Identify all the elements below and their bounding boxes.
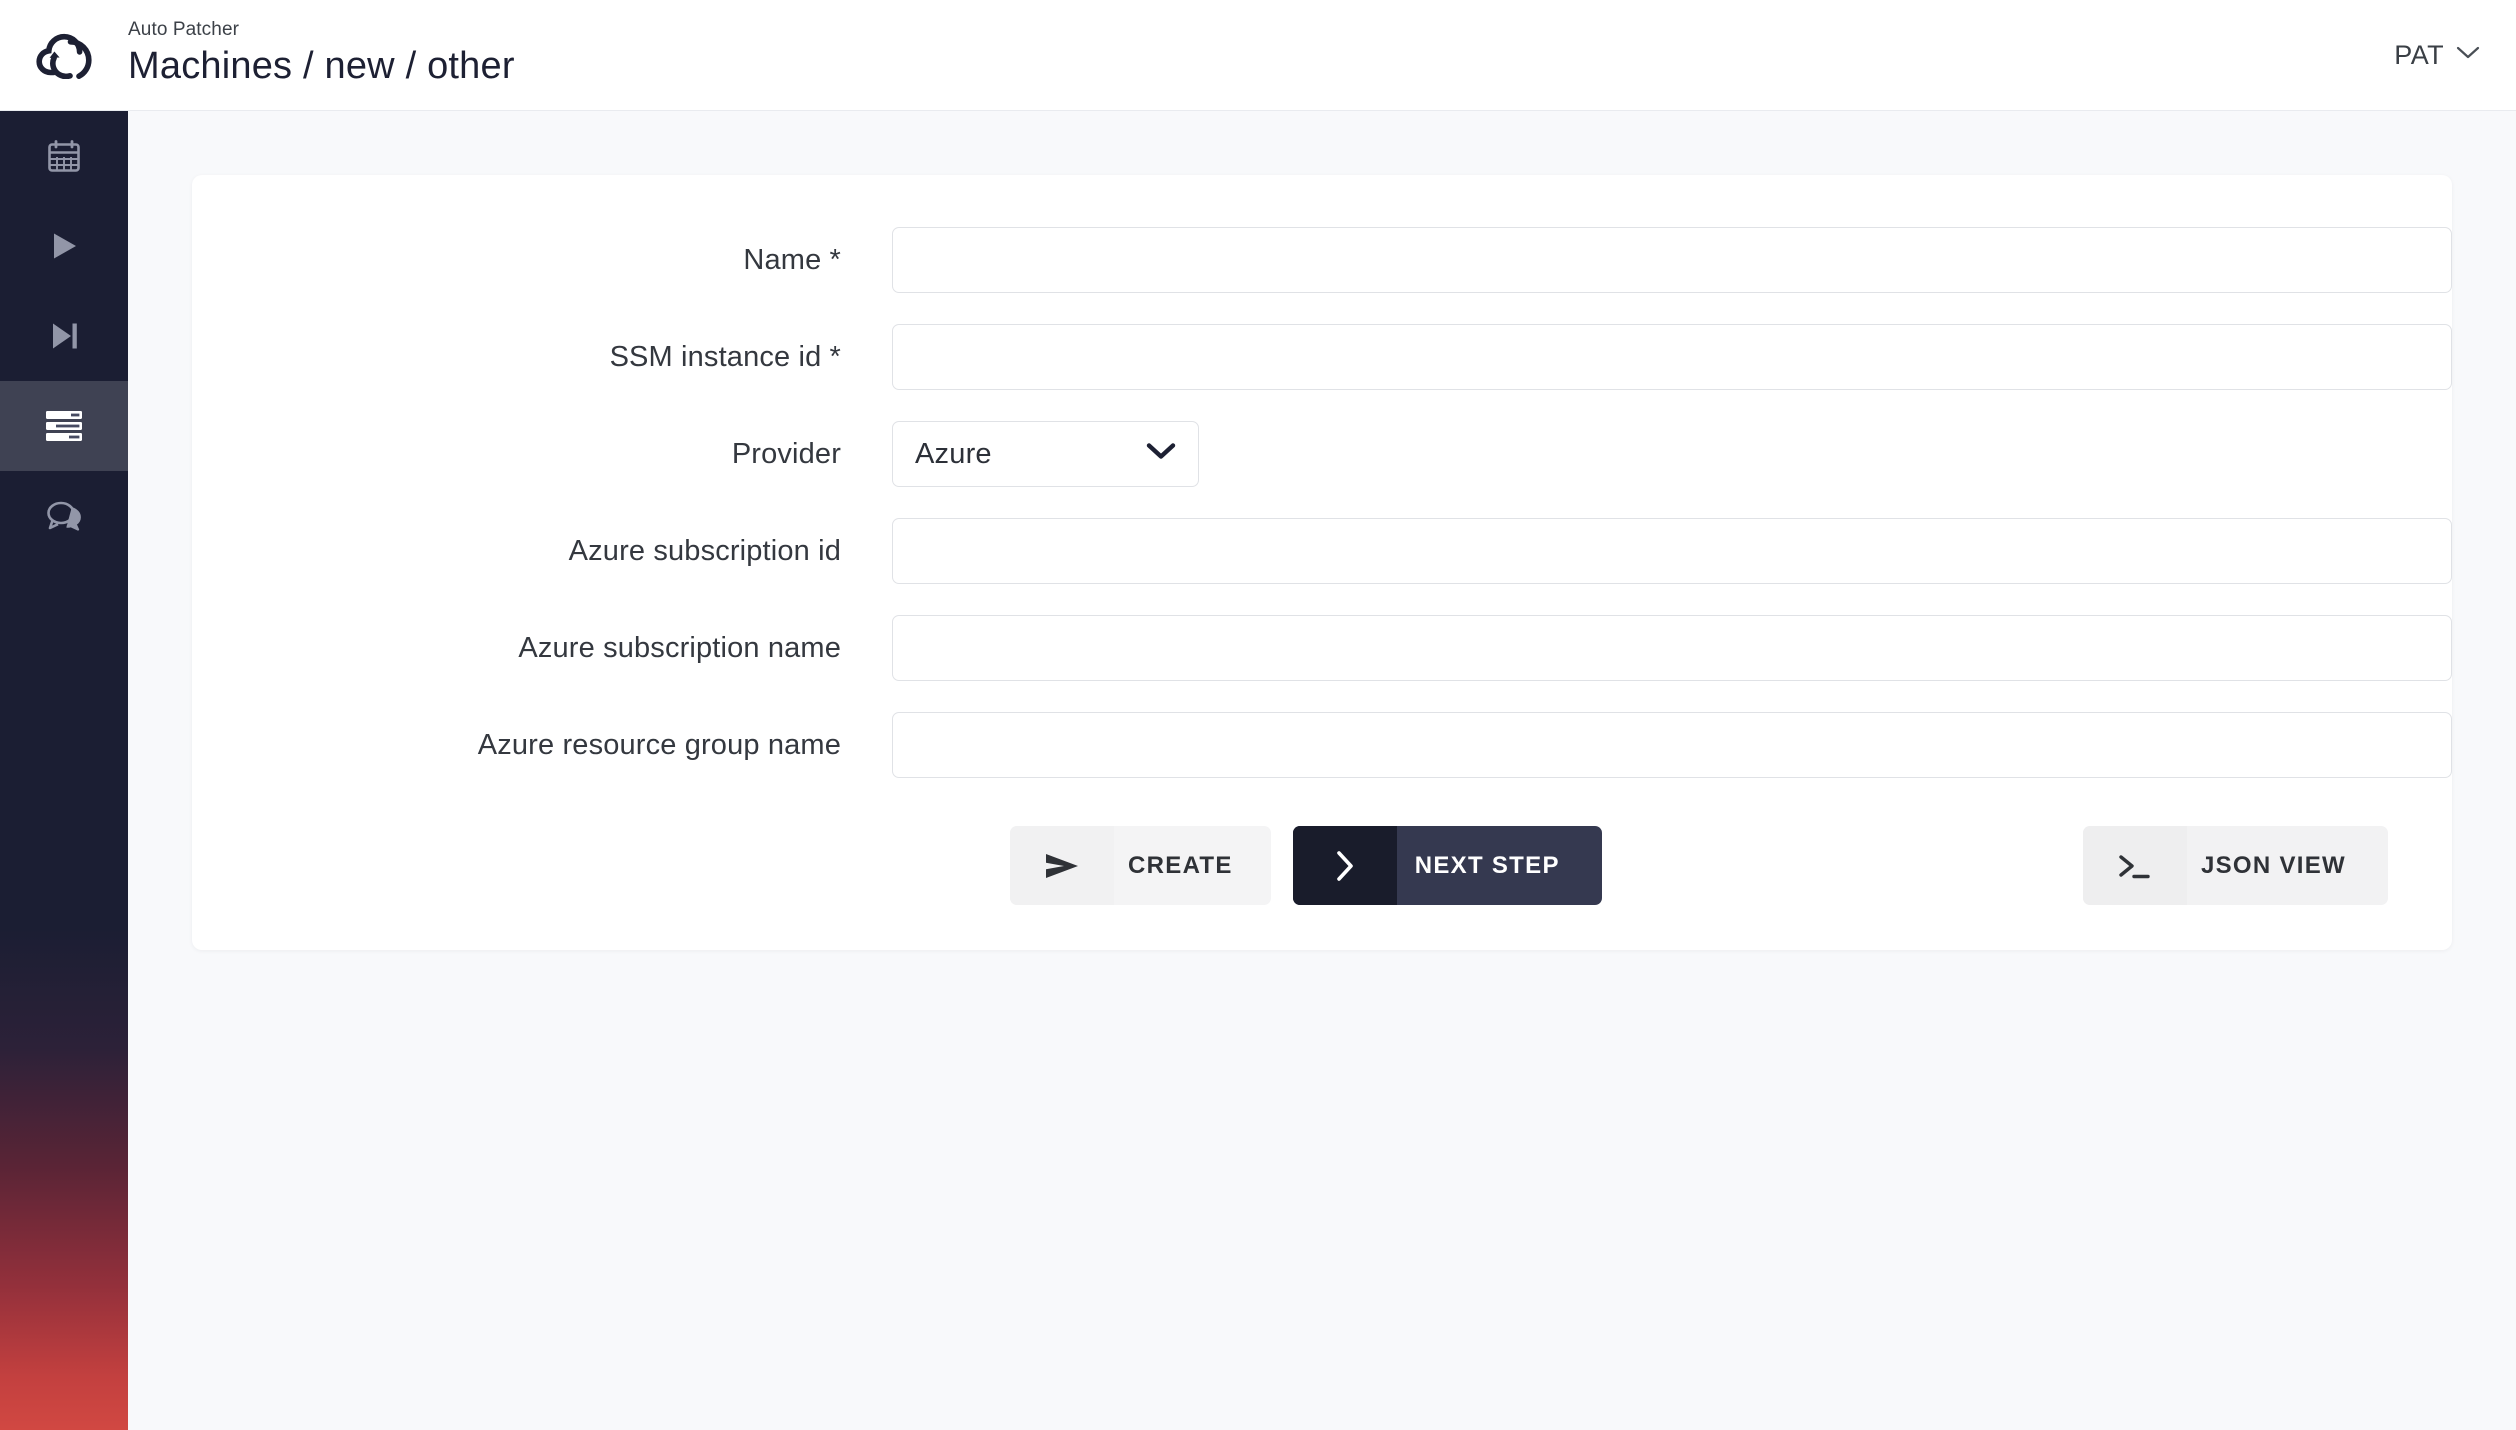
azure-resource-group-name-input[interactable]: [892, 712, 2452, 778]
azure-subscription-id-input[interactable]: [892, 518, 2452, 584]
next-step-button[interactable]: NEXT STEP: [1292, 826, 1602, 905]
form-field-azure-subscription-name: Azure subscription name: [192, 615, 2452, 681]
page-title: Machines / new / other: [128, 44, 515, 87]
form-field-provider: Provider Azure: [192, 421, 2452, 487]
cloud-refresh-logo-icon: [36, 31, 92, 79]
machine-form: Name * SSM instance id * Provider Azure: [192, 175, 2452, 905]
label-azure-resource-group-name: Azure resource group name: [477, 728, 841, 761]
server-rack-icon: [44, 409, 84, 443]
sidebar: [0, 111, 128, 1430]
next-step-button-label: NEXT STEP: [1414, 851, 1560, 879]
sidebar-item-messages[interactable]: [0, 471, 128, 561]
app-logo[interactable]: [0, 0, 128, 111]
top-header: Auto Patcher Machines / new / other PAT: [0, 0, 2516, 111]
breadcrumb: Auto Patcher Machines / new / other: [128, 18, 515, 92]
form-actions: CREATE NEXT STEP JSON VIEW: [192, 826, 2452, 905]
label-azure-subscription-name: Azure subscription name: [518, 631, 841, 664]
main-content: Name * SSM instance id * Provider Azure: [128, 111, 2516, 1430]
provider-select-value: Azure: [915, 437, 992, 470]
calendar-icon: [46, 138, 82, 174]
chat-bubbles-icon: [45, 499, 83, 533]
chevron-down-icon: [1146, 443, 1176, 466]
json-view-button[interactable]: JSON VIEW: [2082, 826, 2388, 905]
form-field-azure-resource-group-name: Azure resource group name: [192, 712, 2452, 778]
form-field-name: Name *: [192, 227, 2452, 293]
name-input[interactable]: [892, 227, 2452, 293]
machine-form-card: Name * SSM instance id * Provider Azure: [192, 175, 2452, 950]
create-button-label: CREATE: [1128, 851, 1233, 879]
app-name: Auto Patcher: [128, 19, 240, 41]
sidebar-item-steps[interactable]: [0, 291, 128, 381]
app-root: Auto Patcher Machines / new / other PAT: [0, 0, 2516, 1430]
sidebar-item-machines[interactable]: [0, 381, 128, 471]
label-ssm-instance-id: SSM instance id *: [609, 340, 841, 373]
play-icon: [47, 229, 81, 263]
provider-select[interactable]: Azure: [892, 421, 1199, 487]
chevron-right-icon: [1292, 826, 1397, 905]
json-view-button-label: JSON VIEW: [2200, 851, 2346, 879]
create-button[interactable]: CREATE: [1010, 826, 1271, 905]
user-menu[interactable]: PAT: [2394, 40, 2516, 71]
chevron-down-icon: [2456, 46, 2480, 65]
skip-forward-icon: [48, 319, 80, 353]
ssm-instance-id-input[interactable]: [892, 324, 2452, 390]
user-menu-label: PAT: [2394, 39, 2444, 70]
label-provider: Provider: [731, 437, 841, 470]
label-azure-subscription-id: Azure subscription id: [568, 534, 841, 567]
form-field-ssm-instance-id: SSM instance id *: [192, 324, 2452, 390]
send-icon: [1010, 826, 1114, 905]
azure-subscription-name-input[interactable]: [892, 615, 2452, 681]
label-name: Name *: [743, 243, 841, 276]
sidebar-item-runs[interactable]: [0, 201, 128, 291]
terminal-icon: [2082, 826, 2187, 905]
sidebar-item-schedules[interactable]: [0, 111, 128, 201]
form-field-azure-subscription-id: Azure subscription id: [192, 518, 2452, 584]
